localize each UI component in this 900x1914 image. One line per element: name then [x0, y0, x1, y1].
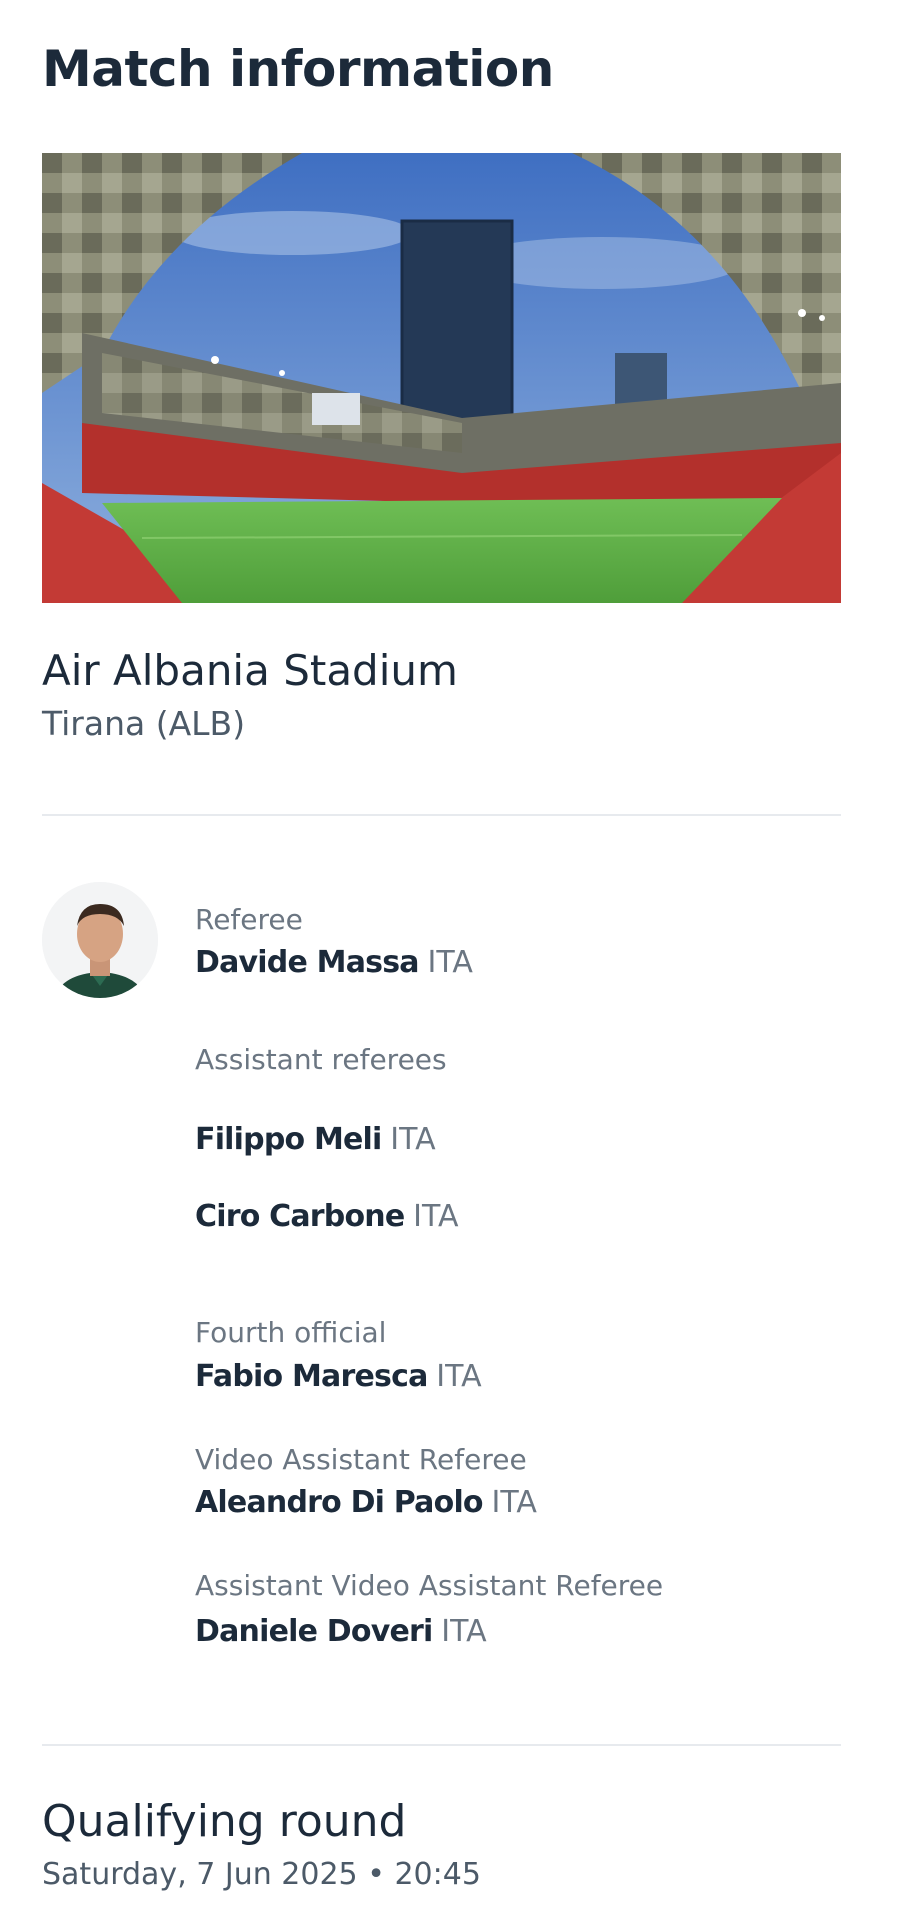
assistant-referee-name: Ciro Carbone — [195, 1199, 405, 1234]
fourth-official-row: Fabio Maresca ITA — [195, 1359, 482, 1394]
fourth-official-role: Fourth official — [195, 1316, 387, 1349]
fourth-official-nationality: ITA — [436, 1359, 482, 1394]
referee-nationality: ITA — [427, 945, 473, 980]
stadium-name: Air Albania Stadium — [42, 646, 458, 695]
assistant-referee-name: Filippo Meli — [195, 1122, 382, 1157]
match-date: Saturday, 7 Jun 2025 — [42, 1857, 358, 1892]
referee-name: Davide Massa — [195, 945, 420, 980]
match-time: 20:45 — [394, 1857, 481, 1892]
assistant-referee-nationality: ITA — [413, 1199, 459, 1234]
avar-row: Daniele Doveri ITA — [195, 1614, 487, 1649]
stadium-city: Tirana (ALB) — [42, 704, 246, 743]
var-nationality: ITA — [491, 1485, 537, 1520]
page-title: Match information — [42, 40, 554, 98]
datetime-separator: • — [367, 1857, 385, 1892]
divider — [42, 814, 841, 816]
avar-name: Daniele Doveri — [195, 1614, 433, 1649]
referee-avatar — [42, 882, 158, 998]
avar-role: Assistant Video Assistant Referee — [195, 1569, 664, 1602]
referee-role: Referee — [195, 903, 303, 936]
round-title: Qualifying round — [42, 1796, 407, 1847]
var-name: Aleandro Di Paolo — [195, 1485, 484, 1520]
stadium-photo — [42, 153, 841, 603]
referee-name-row: Davide Massa ITA — [195, 945, 473, 980]
assistant-referees-role: Assistant referees — [195, 1043, 447, 1076]
assistant-referee-nationality: ITA — [390, 1122, 436, 1157]
assistant-referee-row: Ciro Carbone ITA — [195, 1199, 459, 1234]
assistant-referee-row: Filippo Meli ITA — [195, 1122, 436, 1157]
var-row: Aleandro Di Paolo ITA — [195, 1485, 537, 1520]
divider — [42, 1744, 841, 1746]
match-datetime: Saturday, 7 Jun 2025 • 20:45 — [42, 1857, 481, 1892]
avar-nationality: ITA — [441, 1614, 487, 1649]
fourth-official-name: Fabio Maresca — [195, 1359, 428, 1394]
var-role: Video Assistant Referee — [195, 1443, 527, 1476]
